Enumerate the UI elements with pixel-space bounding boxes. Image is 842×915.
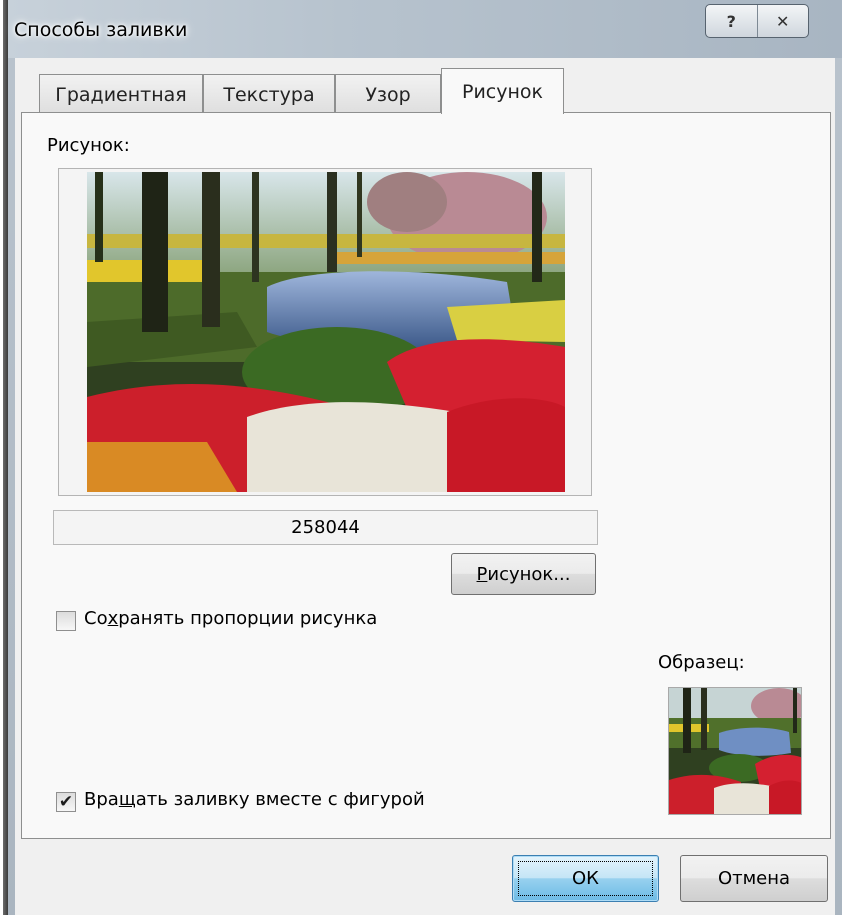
tab-label: Рисунок <box>461 80 544 103</box>
lock-aspect-checkbox[interactable] <box>56 611 76 631</box>
sample-preview <box>668 687 802 815</box>
rotate-with-shape-checkbox[interactable]: ✔ <box>56 792 76 812</box>
tab-picture[interactable]: Рисунок <box>441 68 564 114</box>
tab-gradient[interactable]: Градиентная <box>39 74 203 114</box>
select-picture-accel: Р <box>476 563 488 585</box>
select-picture-button[interactable]: Рисунок... <box>451 553 596 595</box>
ok-button[interactable]: ОК <box>512 855 659 902</box>
lock-aspect-label-part: Со <box>84 608 108 629</box>
title-button-group: ? ✕ <box>705 4 809 38</box>
select-picture-label: исунок... <box>487 563 571 585</box>
rotate-accel: щ <box>118 789 136 810</box>
tab-pattern[interactable]: Узор <box>335 74 441 114</box>
tab-label: Узор <box>365 83 411 106</box>
close-icon: ✕ <box>776 11 790 31</box>
picture-label: Рисунок: <box>47 135 130 156</box>
lock-aspect-label: Сохранять пропорции рисунка <box>84 608 377 629</box>
tab-label: Градиентная <box>55 83 187 106</box>
picture-filename: 258044 <box>53 510 598 545</box>
rotate-label-part: ать заливку вместе с фигурой <box>135 789 425 810</box>
sample-label: Образец: <box>658 652 745 673</box>
lock-aspect-accel: х <box>107 608 119 629</box>
tab-label: Текстура <box>223 83 315 106</box>
picture-preview <box>87 172 565 492</box>
window-title: Способы заливки <box>14 19 188 41</box>
tab-texture[interactable]: Текстура <box>203 74 335 114</box>
help-button[interactable]: ? <box>706 5 757 37</box>
cancel-label: Отмена <box>717 868 791 889</box>
checkmark-icon: ✔ <box>58 791 74 812</box>
help-icon: ? <box>726 11 736 31</box>
close-button[interactable]: ✕ <box>756 5 809 37</box>
rotate-with-shape-label: Вращать заливку вместе с фигурой <box>84 789 425 810</box>
cancel-button[interactable]: Отмена <box>680 855 828 902</box>
title-bar[interactable]: Способы заливки ? ✕ <box>8 0 842 58</box>
background-window-edge <box>0 0 8 915</box>
focus-rectangle <box>518 861 653 896</box>
lock-aspect-label-part: ранять пропорции рисунка <box>118 608 378 629</box>
rotate-label-part: Вра <box>84 789 119 810</box>
